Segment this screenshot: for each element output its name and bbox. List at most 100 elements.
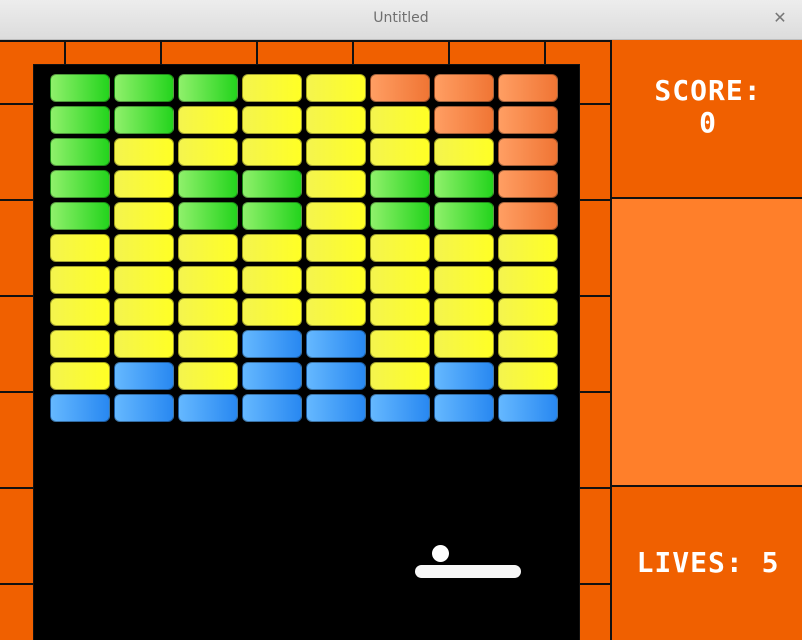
brick-yellow (370, 234, 430, 262)
wall-line (0, 40, 610, 42)
brick-yellow (178, 106, 238, 134)
brick-yellow (242, 234, 302, 262)
game-area: SCORE: 0 LIVES: 5 (0, 40, 802, 640)
brick-yellow (370, 298, 430, 326)
brick-yellow (114, 330, 174, 358)
brick-yellow (178, 298, 238, 326)
brick-orange (370, 74, 430, 102)
wall-line (577, 199, 610, 201)
brick-yellow (114, 266, 174, 294)
brick-yellow (434, 266, 494, 294)
brick-yellow (370, 362, 430, 390)
brick-yellow (178, 330, 238, 358)
wall-line (544, 40, 546, 64)
brick-green (114, 106, 174, 134)
brick-blue (50, 394, 110, 422)
wall-line (0, 583, 34, 585)
brick-orange (434, 74, 494, 102)
sidebar-scoreboard: SCORE: 0 LIVES: 5 (610, 40, 802, 640)
brick-yellow (498, 330, 558, 358)
brick-yellow (498, 362, 558, 390)
brick-green (178, 74, 238, 102)
brick-orange (498, 170, 558, 198)
brick-yellow (114, 138, 174, 166)
brick-blue (498, 394, 558, 422)
brick-green (50, 170, 110, 198)
brick-yellow (114, 298, 174, 326)
paddle[interactable] (415, 565, 521, 578)
brick-yellow (114, 170, 174, 198)
close-icon[interactable]: ✕ (770, 8, 790, 28)
brick-blue (114, 362, 174, 390)
brick-green (242, 202, 302, 230)
brick-yellow (50, 266, 110, 294)
brick-yellow (306, 170, 366, 198)
brick-green (50, 74, 110, 102)
brick-yellow (498, 266, 558, 294)
brick-yellow (370, 138, 430, 166)
wall-line (0, 199, 34, 201)
brick-yellow (242, 74, 302, 102)
wall-line (577, 487, 610, 489)
wall-line (160, 40, 162, 64)
game-window: Untitled ✕ SCORE: 0 LIVES: 5 (0, 0, 802, 640)
brick-blue (306, 330, 366, 358)
score-label: SCORE: (654, 74, 762, 107)
brick-blue (370, 394, 430, 422)
brick-yellow (306, 106, 366, 134)
brick-yellow (306, 234, 366, 262)
brick-yellow (498, 234, 558, 262)
brick-yellow (242, 106, 302, 134)
brick-yellow (50, 298, 110, 326)
brick-orange (498, 202, 558, 230)
brick-yellow (370, 106, 430, 134)
brick-green (434, 202, 494, 230)
brick-orange (498, 74, 558, 102)
wall-line (352, 40, 354, 64)
ball (432, 545, 449, 562)
brick-green (434, 170, 494, 198)
brick-yellow (178, 266, 238, 294)
brick-yellow (306, 74, 366, 102)
brick-blue (242, 362, 302, 390)
brick-yellow (434, 234, 494, 262)
brick-green (370, 170, 430, 198)
brick-green (178, 202, 238, 230)
brick-blue (242, 330, 302, 358)
brick-yellow (434, 138, 494, 166)
brick-yellow (306, 298, 366, 326)
brick-green (370, 202, 430, 230)
lives-panel: LIVES: 5 (610, 487, 802, 640)
brick-blue (434, 394, 494, 422)
brick-blue (242, 394, 302, 422)
brick-blue (114, 394, 174, 422)
brick-yellow (242, 298, 302, 326)
wall-line (448, 40, 450, 64)
brick-green (114, 74, 174, 102)
window-title: Untitled (373, 10, 429, 26)
brick-green (242, 170, 302, 198)
brick-yellow (306, 138, 366, 166)
brick-blue (306, 362, 366, 390)
brick-green (50, 138, 110, 166)
brick-yellow (242, 266, 302, 294)
brick-orange (498, 106, 558, 134)
brick-yellow (50, 330, 110, 358)
brick-yellow (178, 362, 238, 390)
wall-line (64, 40, 66, 64)
brick-yellow (114, 234, 174, 262)
sidebar-spacer (610, 199, 802, 487)
brick-yellow (50, 234, 110, 262)
brick-yellow (114, 202, 174, 230)
playfield[interactable] (33, 64, 580, 640)
brick-green (50, 202, 110, 230)
brick-yellow (498, 298, 558, 326)
wall-line (0, 487, 34, 489)
brick-yellow (370, 266, 430, 294)
brick-green (50, 106, 110, 134)
wall-line (577, 295, 610, 297)
wall-line (577, 103, 610, 105)
brick-yellow (50, 362, 110, 390)
wall-line (577, 391, 610, 393)
wall-line (577, 583, 610, 585)
